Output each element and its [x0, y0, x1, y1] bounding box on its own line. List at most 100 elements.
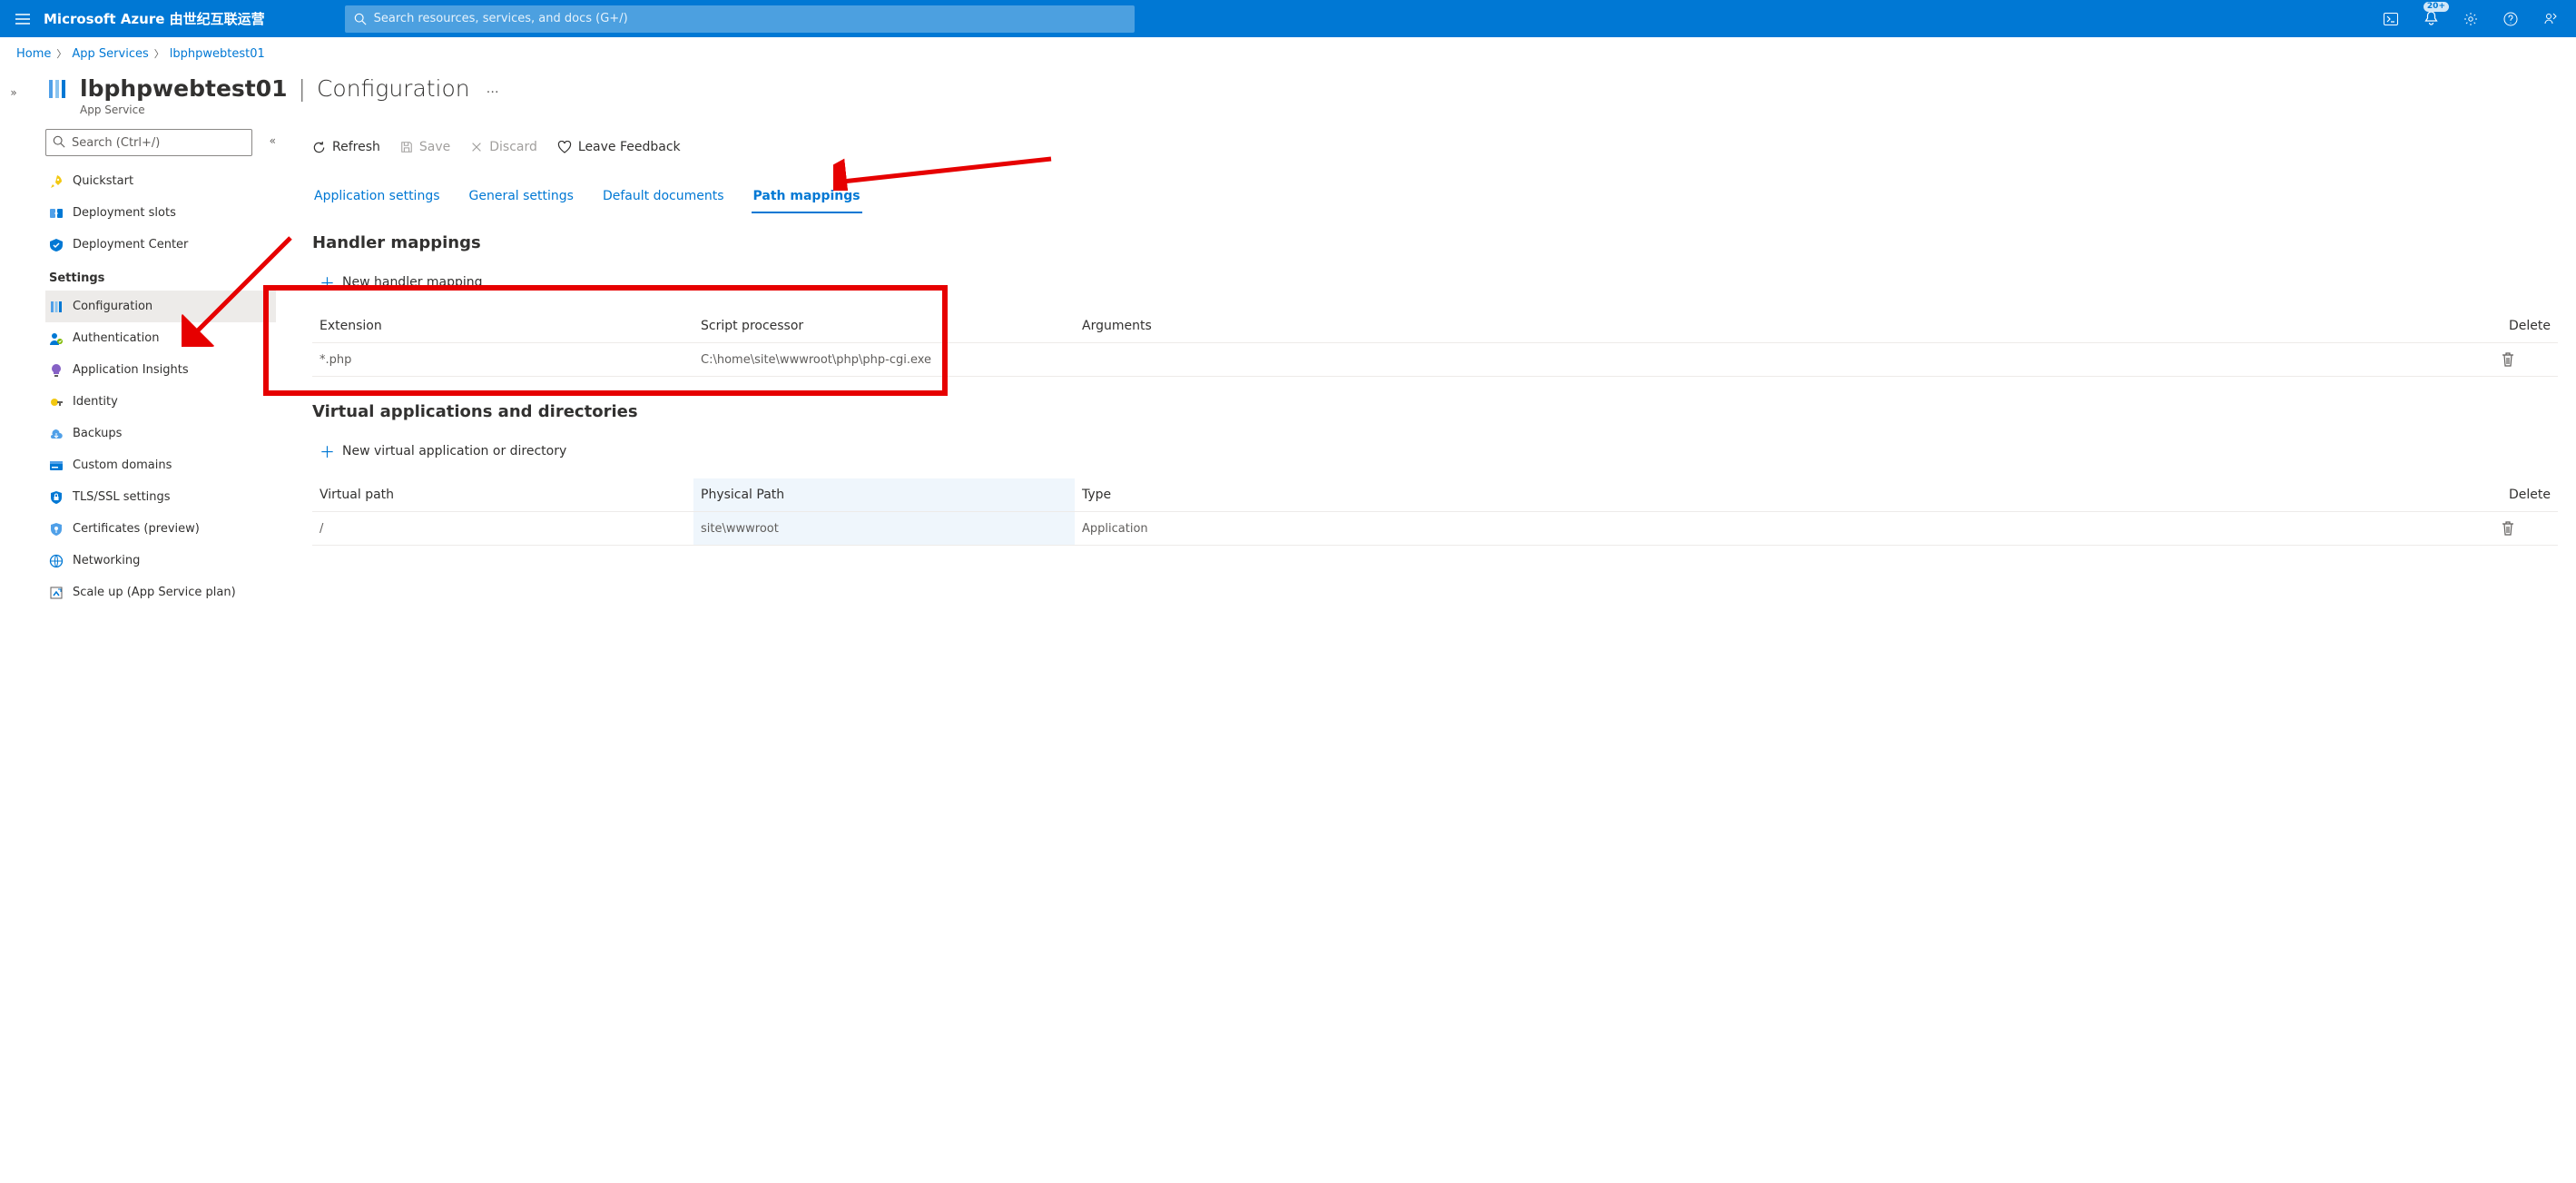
- table-row[interactable]: *.phpC:\home\site\wwwroot\php\php-cgi.ex…: [312, 343, 2558, 377]
- chevron-right-icon: 〉: [56, 46, 66, 61]
- col-processor[interactable]: Script processor: [693, 310, 1075, 343]
- sidebar-item-backups[interactable]: Backups: [45, 418, 276, 449]
- sidebar-item-label: Deployment slots: [73, 206, 176, 220]
- brand-label[interactable]: Microsoft Azure 由世纪互联运营: [44, 9, 265, 28]
- backups-icon: [49, 427, 64, 441]
- tls-icon: [49, 490, 64, 505]
- certs-icon: [49, 522, 64, 537]
- refresh-button[interactable]: Refresh: [312, 140, 380, 154]
- deploycenter-icon: [49, 238, 64, 252]
- expand-rail-icon[interactable]: »: [10, 86, 16, 99]
- insights-icon: [49, 363, 64, 378]
- sidebar-filter-input[interactable]: [45, 129, 252, 156]
- sidebar-item-label: Custom domains: [73, 458, 172, 472]
- cell-arguments: [1075, 343, 2494, 377]
- crumb-home[interactable]: Home: [16, 47, 51, 61]
- discard-icon: [470, 141, 483, 153]
- help-icon[interactable]: [2494, 5, 2527, 33]
- sidebar-item-networking[interactable]: Networking: [45, 545, 276, 577]
- page-title: lbphpwebtest01: [80, 75, 288, 102]
- sidebar-item-certificates-preview-[interactable]: Certificates (preview): [45, 513, 276, 545]
- col-delete: Delete: [2494, 310, 2558, 343]
- sidebar-item-configuration[interactable]: Configuration: [45, 291, 276, 322]
- sidebar-item-quickstart[interactable]: Quickstart: [45, 165, 276, 197]
- col-extension[interactable]: Extension: [312, 310, 693, 343]
- more-actions-icon[interactable]: …: [481, 82, 506, 96]
- blade-sidebar: « Quickstart Deployment slots Deployment C…: [45, 129, 276, 1183]
- save-icon: [400, 141, 413, 153]
- sidebar-item-deployment-center[interactable]: Deployment Center: [45, 229, 276, 261]
- col-virtualpath[interactable]: Virtual path: [312, 478, 693, 512]
- config-tabs: Application settings General settings Defa…: [312, 183, 2558, 213]
- plus-icon: ＋: [320, 271, 335, 293]
- sidebar-item-custom-domains[interactable]: Custom domains: [45, 449, 276, 481]
- sidebar-item-label: TLS/SSL settings: [73, 490, 171, 504]
- cell-type: Application: [1075, 512, 2494, 546]
- handler-table: Extension Script processor Arguments Del…: [312, 310, 2558, 377]
- sidebar-item-label: Authentication: [73, 331, 159, 345]
- plus-icon: ＋: [320, 439, 335, 462]
- command-bar: Refresh Save Discard Leave Feedback: [312, 129, 2558, 165]
- search-icon: [354, 13, 367, 25]
- chevron-right-icon: 〉: [154, 46, 164, 61]
- col-arguments[interactable]: Arguments: [1075, 310, 2494, 343]
- sidebar-item-label: Networking: [73, 554, 140, 567]
- sidebar-item-scale-up-app-service-plan-[interactable]: Scale up (App Service plan): [45, 577, 276, 608]
- table-row[interactable]: /site\wwwrootApplication: [312, 512, 2558, 546]
- sidebar-item-label: Backups: [73, 427, 122, 440]
- notification-badge: 20+: [2424, 2, 2449, 12]
- save-button[interactable]: Save: [400, 140, 450, 154]
- slots-icon: [49, 206, 64, 221]
- tab-path-mappings[interactable]: Path mappings: [752, 183, 862, 212]
- appservice-icon: [45, 77, 69, 101]
- global-search[interactable]: [345, 5, 1135, 33]
- discard-button[interactable]: Discard: [470, 140, 537, 154]
- tab-default-documents[interactable]: Default documents: [601, 183, 726, 212]
- content-pane: Refresh Save Discard Leave Feedback: [276, 129, 2576, 1183]
- page-subtitle: App Service: [80, 104, 506, 116]
- add-vapp-button[interactable]: ＋ New virtual application or directory: [312, 439, 2558, 462]
- sidebar-item-authentication[interactable]: Authentication: [45, 322, 276, 354]
- sidebar-item-deployment-slots[interactable]: Deployment slots: [45, 197, 276, 229]
- sidebar-item-identity[interactable]: Identity: [45, 386, 276, 418]
- feedback-icon[interactable]: [2534, 5, 2567, 33]
- feedback-button[interactable]: Leave Feedback: [557, 140, 681, 154]
- sidebar-item-tls-ssl-settings[interactable]: TLS/SSL settings: [45, 481, 276, 513]
- menu-icon[interactable]: [9, 5, 36, 33]
- col-delete: Delete: [2494, 478, 2558, 512]
- cell-vpath: /: [312, 512, 693, 546]
- col-type[interactable]: Type: [1075, 478, 2494, 512]
- collapse-sidebar-icon[interactable]: «: [270, 134, 276, 147]
- sidebar-item-label: Deployment Center: [73, 238, 188, 251]
- add-handler-button[interactable]: ＋ New handler mapping: [312, 271, 2558, 293]
- breadcrumb: Home 〉 App Services 〉 lbphpwebtest01: [0, 37, 2576, 70]
- vapp-heading: Virtual applications and directories: [312, 402, 2558, 421]
- col-physicalpath[interactable]: Physical Path: [693, 478, 1075, 512]
- config-icon: [49, 300, 64, 314]
- domains-icon: [49, 458, 64, 473]
- sidebar-item-application-insights[interactable]: Application Insights: [45, 354, 276, 386]
- sidebar-item-label: Configuration: [73, 300, 152, 313]
- notifications-icon[interactable]: 20+: [2414, 5, 2447, 33]
- global-search-input[interactable]: [374, 12, 1126, 25]
- identity-icon: [49, 395, 64, 409]
- delete-row-button[interactable]: [2494, 343, 2558, 377]
- delete-row-button[interactable]: [2494, 512, 2558, 546]
- page-section: Configuration: [317, 75, 470, 102]
- sidebar-item-label: Application Insights: [73, 363, 189, 377]
- sidebar-item-label: Identity: [73, 395, 118, 409]
- sidebar-item-label: Certificates (preview): [73, 522, 200, 536]
- tab-application-settings[interactable]: Application settings: [312, 183, 442, 212]
- cell-ppath: site\wwwroot: [693, 512, 1075, 546]
- sidebar-item-label: Scale up (App Service plan): [73, 586, 236, 599]
- scaleup-icon: [49, 586, 64, 600]
- crumb-resource[interactable]: lbphpwebtest01: [170, 47, 265, 61]
- handler-heading: Handler mappings: [312, 233, 2558, 252]
- crumb-appservices[interactable]: App Services: [72, 47, 148, 61]
- tab-general-settings[interactable]: General settings: [467, 183, 575, 212]
- settings-icon[interactable]: [2454, 5, 2487, 33]
- refresh-icon: [312, 141, 326, 154]
- cloudshell-icon[interactable]: [2374, 5, 2407, 33]
- heart-icon: [557, 141, 572, 153]
- sidebar-group-header: Settings: [45, 261, 276, 291]
